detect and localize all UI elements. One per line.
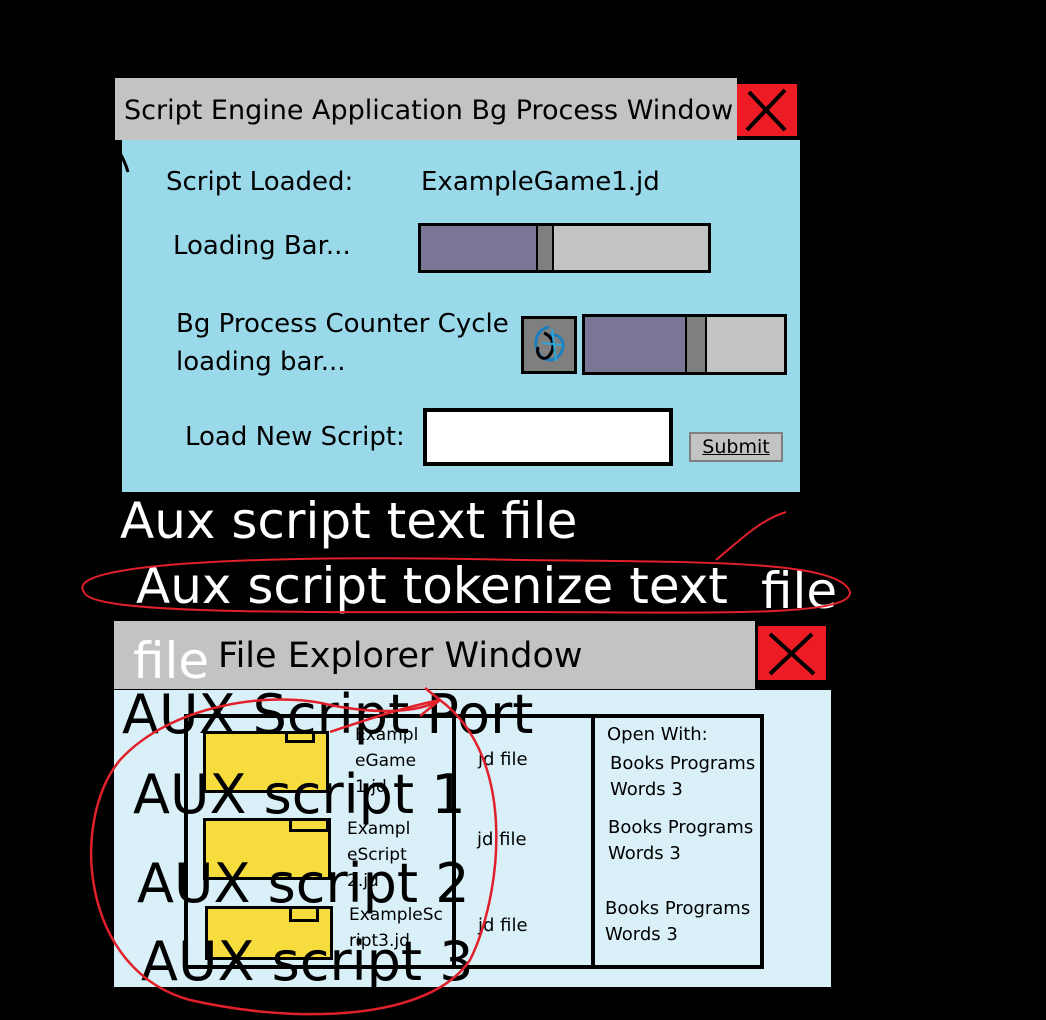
bg-process-label-line1: Bg Process Counter Cycle xyxy=(176,309,509,339)
open-with-3-line1[interactable]: Books Programs xyxy=(605,896,750,922)
aux-script-2-label: AUX script 2 xyxy=(137,852,470,915)
open-with-2-line2[interactable]: Words 3 xyxy=(608,841,681,867)
window1-close-button[interactable] xyxy=(737,84,797,136)
open-with-2-line1[interactable]: Books Programs xyxy=(608,815,753,841)
column-divider xyxy=(452,718,456,965)
loading-progress-bar xyxy=(418,223,711,273)
file-type-3: jd file xyxy=(478,915,528,936)
aux-script-3-label: AUX script 3 xyxy=(141,930,474,993)
load-new-script-input[interactable] xyxy=(423,408,673,466)
aux-script-port-label: AUX Script Port xyxy=(122,683,534,746)
loading-bar-label: Loading Bar... xyxy=(173,231,351,261)
aux-script-tokenize-label: Aux script tokenize text xyxy=(136,557,728,615)
file-type-2: jd file xyxy=(477,829,527,850)
file-type-1: jd file xyxy=(478,749,528,770)
aux-file-suffix-label: file xyxy=(761,562,838,620)
open-with-1-line1[interactable]: Books Programs xyxy=(610,751,755,777)
window1-title: Script Engine Application Bg Process Win… xyxy=(124,95,734,126)
aux-script-text-file-label: Aux script text file xyxy=(120,492,578,550)
open-with-label: Open With: xyxy=(607,724,708,745)
window2-close-button[interactable] xyxy=(758,626,826,680)
open-with-1-line2[interactable]: Words 3 xyxy=(610,777,683,803)
bg-bar-thumb xyxy=(685,317,707,372)
file-overlay-label: file xyxy=(133,632,210,690)
bg-bar-fill xyxy=(585,317,685,372)
loading-bar-fill xyxy=(421,226,536,270)
tokenize-arrow xyxy=(715,511,787,561)
spinner-icon xyxy=(521,316,577,374)
load-new-script-label: Load New Script: xyxy=(185,422,405,452)
window2-title: File Explorer Window xyxy=(218,636,583,676)
column-divider xyxy=(591,718,595,965)
script-loaded-label: Script Loaded: xyxy=(166,167,354,197)
bg-process-label-line2: loading bar... xyxy=(176,347,346,377)
open-with-3-line2[interactable]: Words 3 xyxy=(605,922,678,948)
aux-script-1-label: AUX script 1 xyxy=(133,763,466,826)
submit-button[interactable]: Submit xyxy=(689,432,783,462)
bg-process-progress-bar xyxy=(582,314,787,375)
close-x-icon xyxy=(768,632,816,676)
loading-bar-thumb xyxy=(536,226,554,270)
script-loaded-value: ExampleGame1.jd xyxy=(421,167,660,197)
close-x-icon xyxy=(745,88,787,132)
